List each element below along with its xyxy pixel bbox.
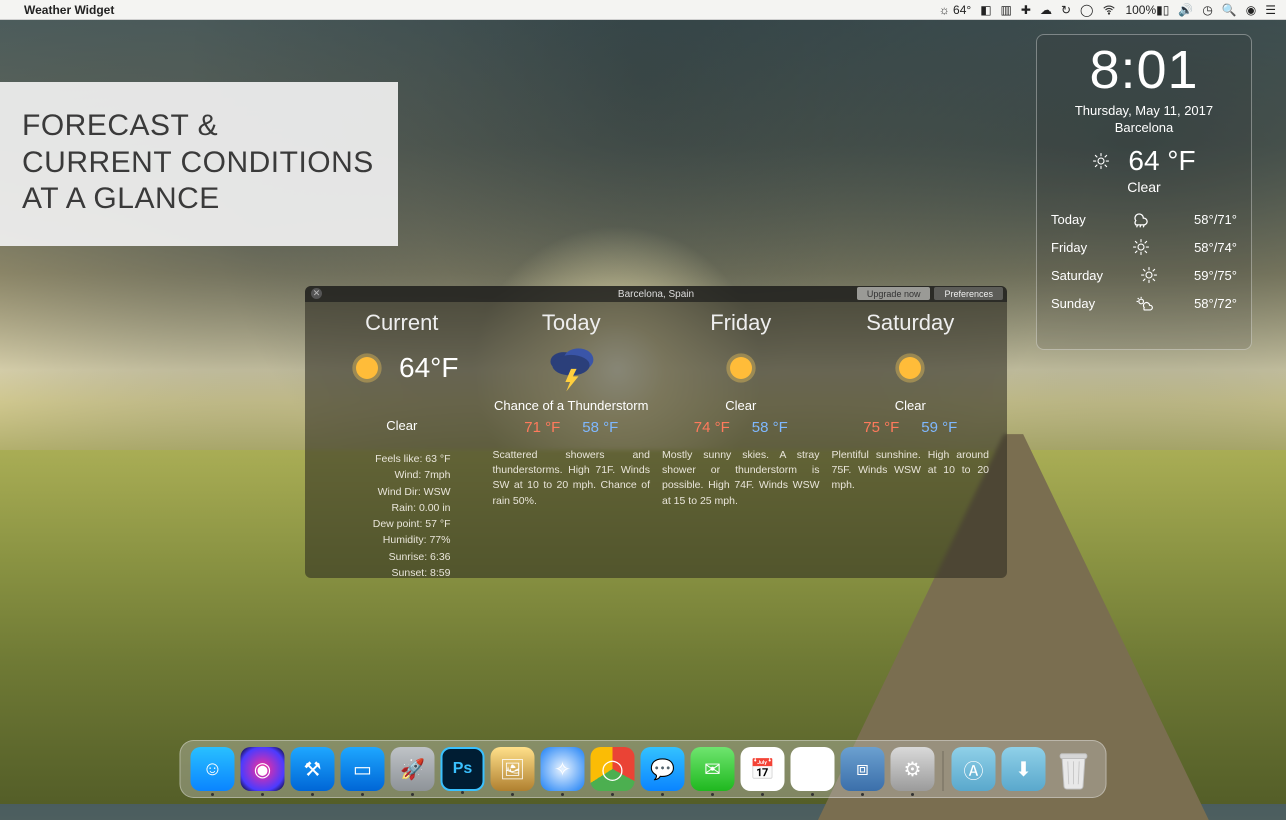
dock-calendar-wk[interactable]: 📅 bbox=[741, 747, 785, 791]
dock-photoshop[interactable]: Ps bbox=[441, 747, 485, 791]
dock-messages[interactable]: ✉ bbox=[691, 747, 735, 791]
widget-row-today: Today 58°/71° bbox=[1049, 205, 1239, 233]
dock-chrome[interactable]: ◯ bbox=[591, 747, 635, 791]
widget-row-range: 58°/71° bbox=[1194, 212, 1237, 227]
dock: ☺◉⚒▭🚀Ps🖼✧◯💬✉📅✿⧈⚙ Ⓐ⬇ bbox=[180, 740, 1107, 798]
widget-date: Thursday, May 11, 2017 bbox=[1049, 103, 1239, 118]
dock-clock-widget[interactable]: ⧈ bbox=[841, 747, 885, 791]
widget-city: Barcelona bbox=[1049, 120, 1239, 135]
widget-row-day: Friday bbox=[1051, 240, 1087, 255]
menubar-spotlight-icon[interactable]: 🔍 bbox=[1222, 3, 1237, 17]
menubar-timemachine-icon[interactable]: ↻ bbox=[1061, 3, 1071, 17]
column-today: Today Chance of a Thunderstorm 71 °F58 °… bbox=[487, 310, 657, 581]
widget-condition: Clear bbox=[1049, 179, 1239, 195]
preferences-button[interactable]: Preferences bbox=[934, 287, 1003, 300]
dock-photos[interactable]: ✿ bbox=[791, 747, 835, 791]
menubar-display-icon[interactable]: ▥ bbox=[1001, 3, 1012, 17]
saturday-desc: Plentiful sunshine. High around 75F. Win… bbox=[832, 448, 990, 494]
menubar-cloud-icon[interactable]: ☁ bbox=[1040, 3, 1052, 17]
sun-icon bbox=[888, 346, 932, 390]
heading-today: Today bbox=[493, 310, 651, 336]
dock-preview[interactable]: 🖼 bbox=[491, 747, 535, 791]
weather-window: ✕ Barcelona, Spain Upgrade now Preferenc… bbox=[305, 286, 1007, 578]
dock-messages-alt[interactable]: 💬 bbox=[641, 747, 685, 791]
menubar-siri-icon[interactable]: ◉ bbox=[1246, 3, 1256, 17]
widget-row-sunday: Sunday 58°/72° bbox=[1049, 289, 1239, 317]
heading-current: Current bbox=[323, 310, 481, 336]
widget-row-range: 58°/72° bbox=[1194, 296, 1237, 311]
sun-outline-icon bbox=[1092, 152, 1110, 170]
current-condition: Clear bbox=[323, 418, 481, 433]
column-saturday: Saturday Clear 75 °F59 °F Plentiful suns… bbox=[826, 310, 996, 581]
rain-icon bbox=[1129, 210, 1151, 228]
saturday-condition: Clear bbox=[832, 398, 990, 413]
widget-row-saturday: Saturday 59°/75° bbox=[1049, 261, 1239, 289]
menubar: Weather Widget ☼ 64° ◧ ▥ ✚ ☁ ↻ ◯ 100% ▮▯… bbox=[0, 0, 1286, 20]
current-temp: 64°F bbox=[399, 352, 458, 384]
menubar-clock-icon[interactable]: ◷ bbox=[1202, 3, 1212, 17]
dock-settings[interactable]: ⚙ bbox=[891, 747, 935, 791]
upgrade-button[interactable]: Upgrade now bbox=[857, 287, 931, 300]
dock-simulator[interactable]: ▭ bbox=[341, 747, 385, 791]
dock-trash[interactable] bbox=[1052, 747, 1096, 791]
widget-row-range: 58°/74° bbox=[1194, 240, 1237, 255]
window-location: Barcelona, Spain bbox=[618, 289, 694, 300]
today-desc: Scattered showers and thunderstorms. Hig… bbox=[493, 448, 651, 509]
widget-row-day: Saturday bbox=[1051, 268, 1103, 283]
menubar-temp[interactable]: ☼ 64° bbox=[939, 3, 971, 17]
column-current: Current 64°F Clear Feels like: 63 °F Win… bbox=[317, 310, 487, 581]
promo-caption: FORECAST & CURRENT CONDITIONS AT A GLANC… bbox=[0, 82, 398, 246]
menubar-plus-icon[interactable]: ✚ bbox=[1021, 3, 1031, 17]
dock-launchpad[interactable]: 🚀 bbox=[391, 747, 435, 791]
menubar-notification-icon[interactable]: ☰ bbox=[1265, 3, 1276, 17]
sun-icon bbox=[1130, 238, 1152, 256]
widget-temp: 64 °F bbox=[1128, 145, 1195, 177]
sun-icon bbox=[1138, 266, 1160, 284]
friday-desc: Mostly sunny skies. A stray shower or th… bbox=[662, 448, 820, 509]
menubar-dropbox-icon[interactable]: ◧ bbox=[980, 3, 991, 17]
partly-icon bbox=[1134, 294, 1156, 312]
current-details: Feels like: 63 °F Wind: 7mph Wind Dir: W… bbox=[323, 451, 481, 581]
dock-apps-folder[interactable]: Ⓐ bbox=[952, 747, 996, 791]
widget-row-day: Today bbox=[1051, 212, 1086, 227]
dock-finder[interactable]: ☺ bbox=[191, 747, 235, 791]
close-button[interactable]: ✕ bbox=[311, 288, 322, 299]
widget-time: 8:01 bbox=[1049, 43, 1239, 97]
desktop-widget: 8:01 Thursday, May 11, 2017 Barcelona 64… bbox=[1036, 34, 1252, 350]
menubar-circle-icon[interactable]: ◯ bbox=[1080, 3, 1093, 17]
window-titlebar: ✕ Barcelona, Spain Upgrade now Preferenc… bbox=[305, 286, 1007, 302]
dock-safari[interactable]: ✧ bbox=[541, 747, 585, 791]
heading-friday: Friday bbox=[662, 310, 820, 336]
widget-row-day: Sunday bbox=[1051, 296, 1095, 311]
sun-icon bbox=[345, 346, 389, 390]
dock-downloads-folder[interactable]: ⬇ bbox=[1002, 747, 1046, 791]
menubar-battery[interactable]: 100% ▮▯ bbox=[1125, 3, 1169, 17]
widget-row-friday: Friday 58°/74° bbox=[1049, 233, 1239, 261]
menubar-wifi-icon[interactable] bbox=[1102, 3, 1116, 17]
app-name[interactable]: Weather Widget bbox=[24, 3, 114, 17]
menubar-volume-icon[interactable]: 🔊 bbox=[1178, 3, 1193, 17]
today-condition: Chance of a Thunderstorm bbox=[493, 398, 651, 413]
sun-icon bbox=[719, 346, 763, 390]
dock-siri[interactable]: ◉ bbox=[241, 747, 285, 791]
widget-row-range: 59°/75° bbox=[1194, 268, 1237, 283]
dock-xcode[interactable]: ⚒ bbox=[291, 747, 335, 791]
friday-condition: Clear bbox=[662, 398, 820, 413]
heading-saturday: Saturday bbox=[832, 310, 990, 336]
column-friday: Friday Clear 74 °F58 °F Mostly sunny ski… bbox=[656, 310, 826, 581]
dock-separator bbox=[943, 751, 944, 791]
thunderstorm-icon bbox=[543, 344, 599, 392]
